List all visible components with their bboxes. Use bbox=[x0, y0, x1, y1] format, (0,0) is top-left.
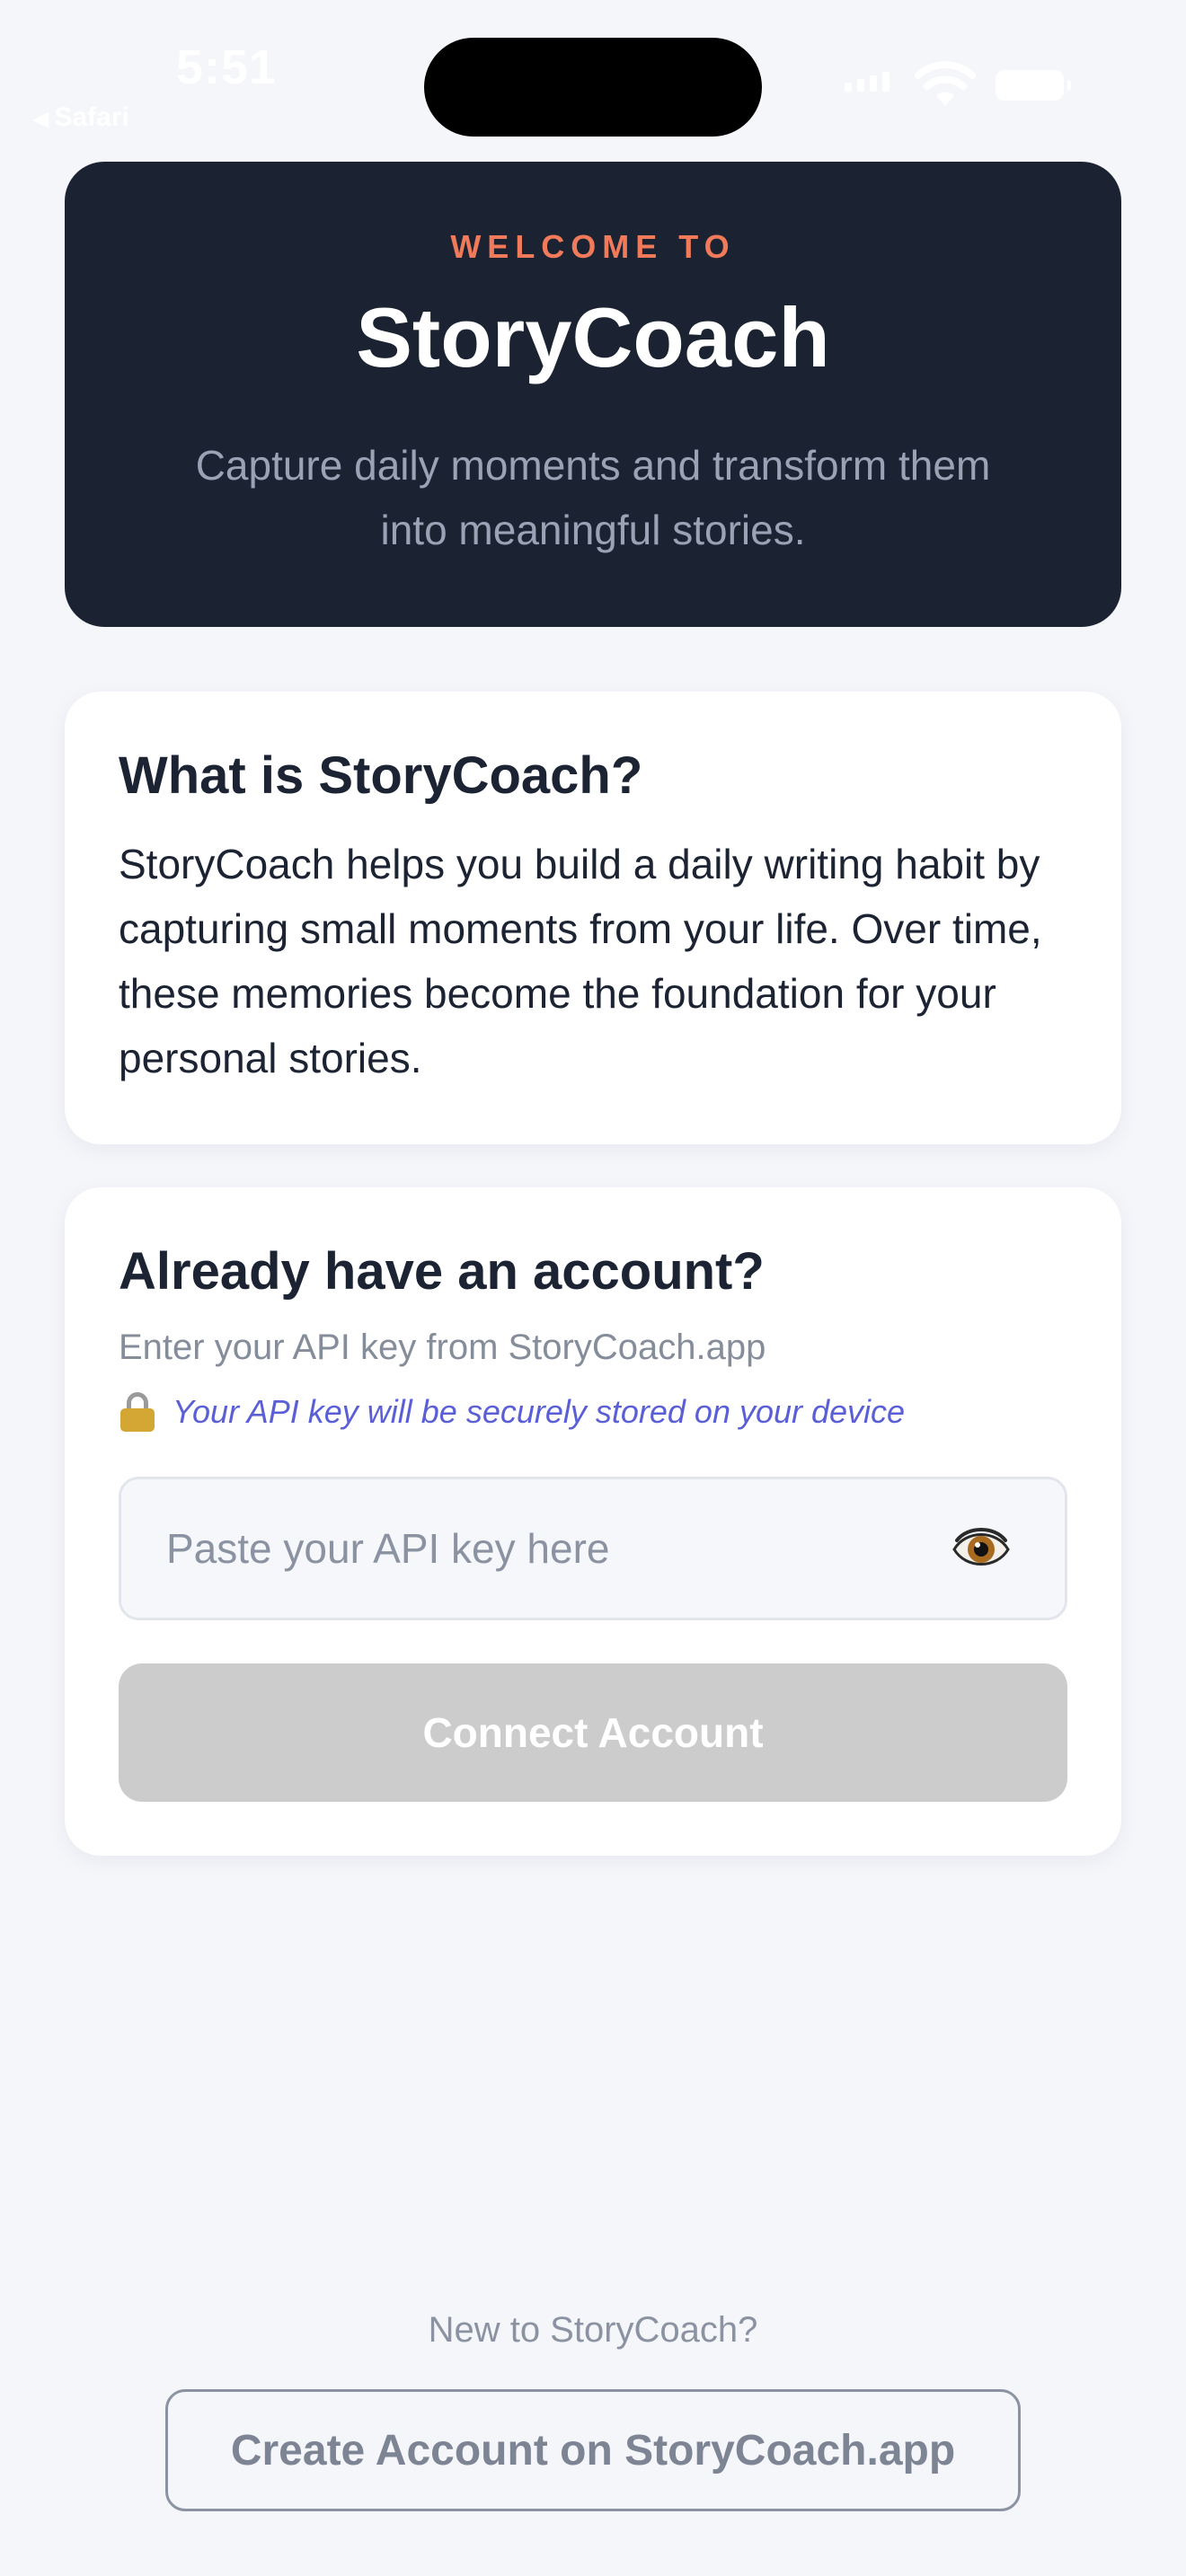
lock-icon bbox=[119, 1392, 156, 1432]
welcome-hero: WELCOME TO StoryCoach Capture daily mome… bbox=[65, 162, 1121, 627]
back-triangle-icon: ◀ bbox=[32, 107, 49, 131]
about-title: What is StoryCoach? bbox=[119, 746, 643, 805]
login-title: Already have an account? bbox=[119, 1242, 765, 1301]
dynamic-island bbox=[424, 38, 762, 137]
back-to-app-link[interactable]: ◀ Safari bbox=[32, 102, 129, 133]
back-app-label: Safari bbox=[54, 102, 129, 132]
login-card: Already have an account? Enter your API … bbox=[65, 1187, 1121, 1856]
create-account-button[interactable]: Create Account on StoryCoach.app bbox=[165, 2389, 1021, 2511]
about-card: What is StoryCoach? StoryCoach helps you… bbox=[65, 692, 1121, 1144]
status-time: 5:51 bbox=[176, 40, 278, 94]
wifi-icon bbox=[915, 61, 976, 106]
new-user-prompt: New to StoryCoach? bbox=[428, 2310, 758, 2350]
secure-note-text: Your API key will be securely stored on … bbox=[173, 1393, 906, 1430]
battery-icon bbox=[996, 70, 1071, 101]
login-subtitle: Enter your API key from StoryCoach.app bbox=[119, 1328, 766, 1367]
about-body: StoryCoach helps you build a daily writi… bbox=[119, 841, 1042, 1081]
connect-account-button[interactable]: Connect Account bbox=[119, 1663, 1067, 1802]
eye-icon[interactable] bbox=[951, 1524, 1011, 1575]
api-key-field bbox=[119, 1477, 1067, 1620]
cellular-signal-icon bbox=[845, 72, 890, 92]
hero-eyebrow: WELCOME TO bbox=[450, 228, 736, 265]
app-title: StoryCoach bbox=[356, 290, 830, 384]
secure-storage-note: Your API key will be securely stored on … bbox=[119, 1392, 905, 1432]
api-key-input[interactable] bbox=[121, 1479, 1065, 1618]
hero-subtitle: Capture daily moments and transform them… bbox=[195, 442, 991, 553]
status-bar: 5:51 ◀ Safari bbox=[0, 0, 1186, 144]
